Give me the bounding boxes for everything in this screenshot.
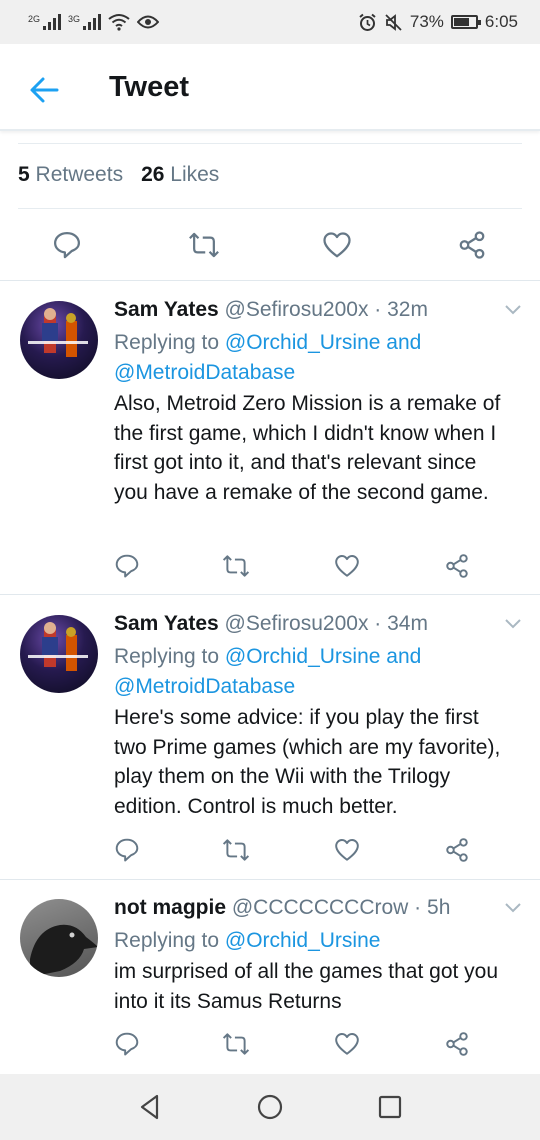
signal-3g-icon: 3G (68, 14, 102, 30)
section-divider (0, 280, 540, 281)
reply-icon[interactable] (114, 553, 140, 579)
chevron-down-icon[interactable] (505, 305, 521, 315)
retweet-icon[interactable] (222, 837, 250, 863)
circle-home-icon[interactable] (255, 1092, 285, 1122)
author-name[interactable]: Sam Yates (114, 298, 219, 321)
retweets-count: 5 (18, 163, 30, 186)
likes-label: Likes (170, 163, 220, 186)
author-name[interactable]: not magpie (114, 896, 226, 919)
replying-prefix: Replying to (114, 331, 220, 354)
heart-icon[interactable] (322, 230, 352, 260)
reply-header: not magpie @CCCCCCCCrow · 5h (114, 895, 450, 921)
wifi-icon (108, 14, 130, 31)
chevron-down-icon[interactable] (505, 903, 521, 913)
reply-tweet[interactable]: Sam Yates @Sefirosu200x · 32m Replying t… (0, 297, 540, 594)
reply-icon[interactable] (52, 230, 82, 260)
reply-icon[interactable] (114, 837, 140, 863)
mute-icon (385, 13, 402, 31)
tweet-actions (0, 835, 540, 865)
tweet-text: Here's some advice: if you play the firs… (114, 706, 501, 818)
meta-separator: · (408, 896, 428, 919)
retweet-icon[interactable] (222, 1031, 250, 1057)
reply-icon[interactable] (114, 1031, 140, 1057)
reply-context: Replying to @Orchid_Ursine and @MetroidD… (114, 642, 514, 701)
share-icon[interactable] (444, 1031, 470, 1057)
reply-divider (0, 879, 540, 880)
retweet-icon[interactable] (188, 230, 220, 260)
likes-stat[interactable]: 26 Likes (141, 163, 219, 187)
tweet-time: 34m (387, 612, 428, 635)
square-recents-icon[interactable] (375, 1092, 405, 1122)
battery-icon (450, 15, 481, 29)
avatar[interactable] (20, 301, 98, 379)
meta-separator: · (368, 612, 388, 635)
reply-context: Replying to @Orchid_Ursine and @MetroidD… (114, 328, 514, 387)
status-right: 73% 6:05 (358, 12, 518, 32)
tweet-text: Also, Metroid Zero Mission is a remake o… (114, 392, 501, 504)
avatar-image (28, 622, 88, 671)
page-title: Tweet (109, 71, 190, 103)
share-icon[interactable] (444, 553, 470, 579)
status-left: 2G 3G (28, 13, 160, 31)
sim2-label: 3G (68, 14, 81, 24)
chevron-down-icon[interactable] (505, 619, 521, 629)
avatar[interactable] (20, 899, 98, 977)
share-icon[interactable] (444, 837, 470, 863)
meta-separator: · (368, 298, 388, 321)
reply-tweet[interactable]: Sam Yates @Sefirosu200x · 34m Replying t… (0, 611, 540, 879)
avatar-image (30, 924, 98, 977)
retweets-stat[interactable]: 5 Retweets (18, 163, 123, 187)
tweet-text: im surprised of all the games that got y… (114, 960, 499, 1013)
tweet-time: 5h (427, 896, 451, 919)
share-icon[interactable] (457, 230, 487, 260)
retweet-icon[interactable] (222, 553, 250, 579)
author-handle[interactable]: @Sefirosu200x (225, 612, 369, 635)
triangle-back-icon[interactable] (135, 1092, 165, 1122)
alarm-icon (359, 13, 376, 31)
stats-top-divider (18, 143, 522, 144)
battery-fill (453, 18, 470, 26)
tweet-stats: 5 Retweets 26 Likes (18, 163, 219, 187)
battery-percent: 73% (409, 12, 444, 31)
reply-tweet[interactable]: not magpie @CCCCCCCCrow · 5h Replying to… (0, 895, 540, 1073)
retweets-label: Retweets (35, 163, 124, 186)
clock: 6:05 (484, 12, 518, 31)
main-tweet-actions (0, 222, 540, 268)
system-nav-bar (0, 1074, 540, 1140)
author-handle[interactable]: @Sefirosu200x (225, 298, 369, 321)
heart-icon[interactable] (334, 1031, 360, 1057)
avatar-image (28, 308, 88, 357)
reply-divider (0, 594, 540, 595)
replying-to-link[interactable]: @Orchid_Ursine (225, 929, 381, 952)
reply-header: Sam Yates @Sefirosu200x · 34m (114, 611, 428, 637)
signal-2g-icon: 2G (28, 14, 62, 30)
tweet-actions (0, 1029, 540, 1059)
replying-prefix: Replying to (114, 929, 220, 952)
avatar[interactable] (20, 615, 98, 693)
tweet-time: 32m (387, 298, 428, 321)
arrow-left-icon[interactable] (28, 74, 60, 106)
status-bar: 2G 3G 73% 6:05 (0, 0, 540, 44)
heart-icon[interactable] (334, 837, 360, 863)
reply-header: Sam Yates @Sefirosu200x · 32m (114, 297, 428, 323)
replying-prefix: Replying to (114, 645, 220, 668)
likes-count: 26 (141, 163, 165, 186)
heart-icon[interactable] (334, 553, 360, 579)
eye-icon (137, 15, 160, 29)
tweet-actions (0, 551, 540, 581)
author-name[interactable]: Sam Yates (114, 612, 219, 635)
stats-bottom-divider (18, 208, 522, 209)
app-header: Tweet (0, 44, 540, 131)
author-handle[interactable]: @CCCCCCCCrow (232, 896, 408, 919)
sim1-label: 2G (28, 14, 41, 24)
reply-context: Replying to @Orchid_Ursine (114, 926, 514, 956)
